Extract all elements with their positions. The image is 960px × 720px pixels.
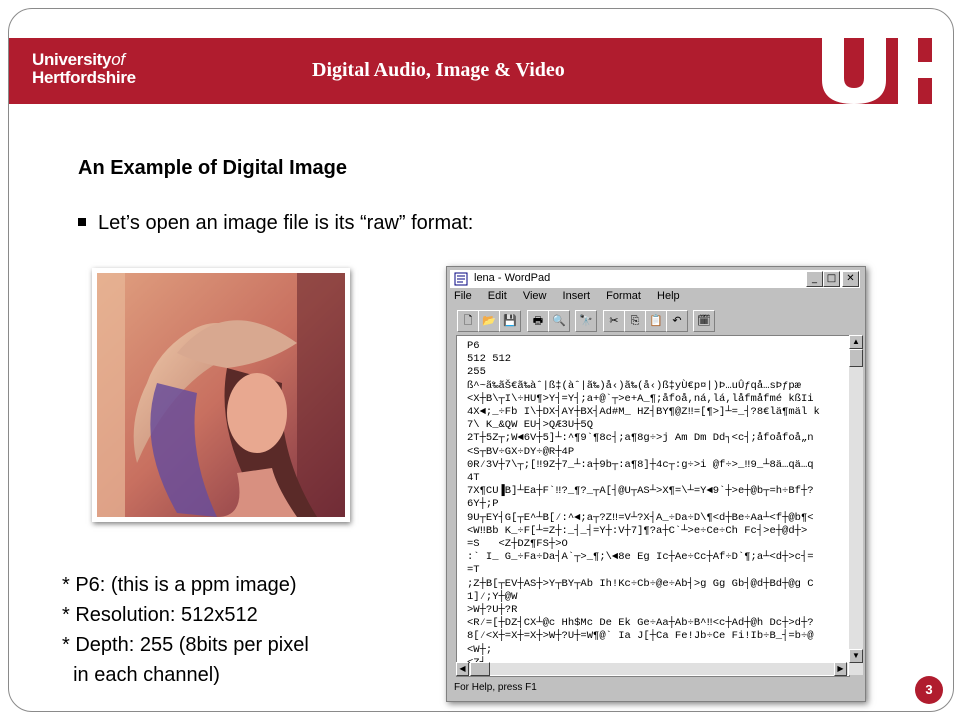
menu-insert[interactable]: Insert xyxy=(563,290,591,302)
maximize-button[interactable]: □ xyxy=(823,271,840,287)
print-icon[interactable]: 🖶 xyxy=(527,310,549,332)
image-notes: * P6: (this is a ppm image) * Resolution… xyxy=(62,570,309,690)
horizontal-scrollbar[interactable]: ◀ ▶ xyxy=(456,662,848,676)
bullet-square-icon xyxy=(78,218,86,226)
wordpad-title-bar[interactable]: lena - WordPad _ □ ✕ xyxy=(450,270,860,288)
slide-heading: An Example of Digital Image xyxy=(78,157,347,179)
wordpad-title: lena - WordPad xyxy=(474,272,551,284)
photo-frame xyxy=(92,268,350,522)
wordpad-window: lena - WordPad _ □ ✕ File Edit View Inse… xyxy=(446,266,866,702)
status-text: For Help, press F1 xyxy=(454,682,537,693)
menu-help[interactable]: Help xyxy=(657,290,680,302)
wordpad-app-icon xyxy=(454,272,468,286)
find-icon[interactable]: 🔭 xyxy=(575,310,597,332)
close-button[interactable]: ✕ xyxy=(842,271,859,287)
menu-bar: File Edit View Insert Format Help xyxy=(450,290,689,306)
copy-icon[interactable]: ⎘ xyxy=(624,310,646,332)
save-icon[interactable]: 💾 xyxy=(499,310,521,332)
toolbar: 🗋 📂 💾 🖶 🔍 🔭 ✂ ⎘ 📋 ↶ 🗓 xyxy=(457,310,857,332)
page-number: 3 xyxy=(915,676,943,704)
raw-file-content: P6 512 512 255 ß^~ã‰ãŠ€ã‰àˆ|ß‡(àˆ|ã‰)å‹)… xyxy=(467,340,820,669)
datetime-icon[interactable]: 🗓 xyxy=(693,310,715,332)
new-icon[interactable]: 🗋 xyxy=(457,310,479,332)
lena-photo xyxy=(97,273,345,517)
note-line: * P6: (this is a ppm image) xyxy=(62,574,297,596)
status-bar: For Help, press F1 xyxy=(450,680,860,696)
menu-file[interactable]: File xyxy=(454,290,472,302)
uh-logo-icon xyxy=(822,38,952,104)
scroll-right-icon[interactable]: ▶ xyxy=(834,662,847,676)
print-preview-icon[interactable]: 🔍 xyxy=(548,310,570,332)
course-title: Digital Audio, Image & Video xyxy=(312,59,565,81)
vertical-scrollbar[interactable]: ▲ ▼ xyxy=(849,335,863,675)
menu-view[interactable]: View xyxy=(523,290,547,302)
bullet-point: Let’s open an image file is its “raw” fo… xyxy=(78,212,473,235)
document-area[interactable]: P6 512 512 255 ß^~ã‰ãŠ€ã‰àˆ|ß‡(àˆ|ã‰)å‹)… xyxy=(456,335,850,677)
note-line: * Depth: 255 (8bits per pixel xyxy=(62,634,309,656)
undo-icon[interactable]: ↶ xyxy=(666,310,688,332)
note-line: in each channel) xyxy=(62,664,220,686)
paste-icon[interactable]: 📋 xyxy=(645,310,667,332)
open-icon[interactable]: 📂 xyxy=(478,310,500,332)
menu-format[interactable]: Format xyxy=(606,290,641,302)
note-line: * Resolution: 512x512 xyxy=(62,604,258,626)
university-logo: Universityof Hertfordshire xyxy=(32,50,136,87)
menu-edit[interactable]: Edit xyxy=(488,290,507,302)
cut-icon[interactable]: ✂ xyxy=(603,310,625,332)
scroll-thumb[interactable] xyxy=(849,349,863,367)
scroll-left-icon[interactable]: ◀ xyxy=(456,662,469,676)
hscroll-thumb[interactable] xyxy=(470,662,490,676)
scroll-up-icon[interactable]: ▲ xyxy=(849,335,863,349)
minimize-button[interactable]: _ xyxy=(806,271,823,287)
scroll-down-icon[interactable]: ▼ xyxy=(849,649,863,663)
